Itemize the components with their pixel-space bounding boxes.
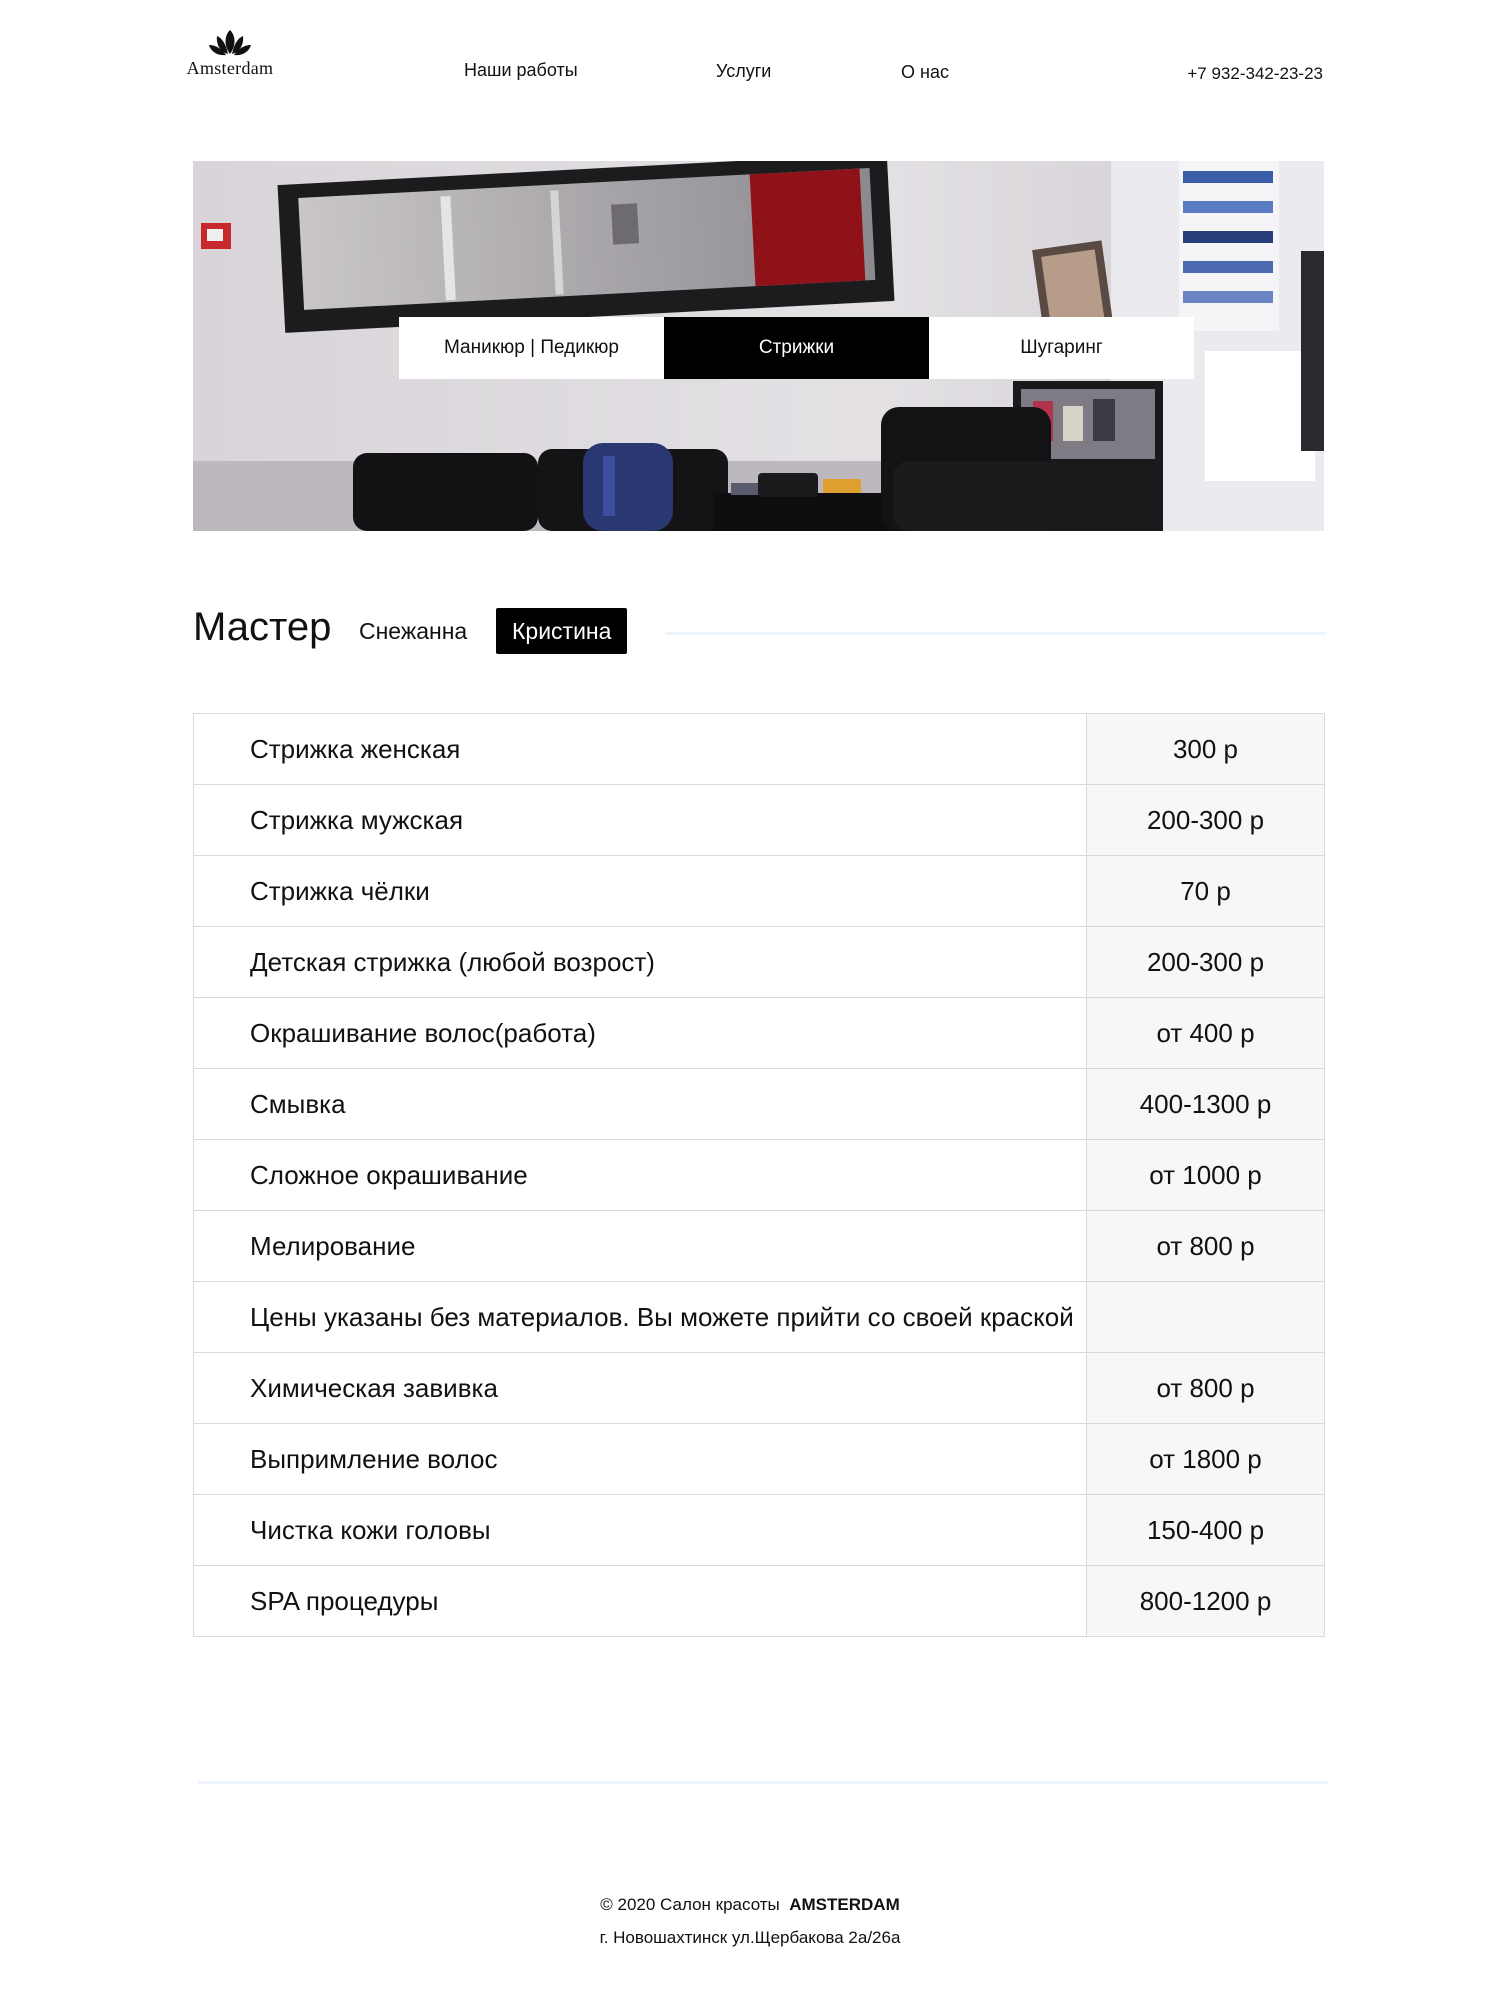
service-name: Стрижка чёлки — [193, 855, 1087, 927]
table-row: Выпримление волос от 1800 р — [193, 1423, 1325, 1495]
service-price: от 1000 р — [1086, 1139, 1325, 1211]
tab-manicure-pedicure[interactable]: Маникюр | Педикюр — [399, 317, 664, 379]
service-price: от 800 р — [1086, 1210, 1325, 1282]
nav-services[interactable]: Услуги — [716, 61, 771, 82]
service-name: SPA процедуры — [193, 1565, 1087, 1637]
master-option-snezhanna[interactable]: Снежанна — [343, 608, 483, 654]
service-price: 300 р — [1086, 713, 1325, 785]
table-row: Чистка кожи головы 150-400 р — [193, 1494, 1325, 1566]
master-option-kristina[interactable]: Кристина — [496, 608, 628, 654]
price-note: Цены указаны без материалов. Вы можете п… — [193, 1281, 1087, 1353]
service-price: 800-1200 р — [1086, 1565, 1325, 1637]
footer-address: г. Новошахтинск ул.Щербакова 2а/26а — [599, 1928, 901, 1947]
service-price: от 400 р — [1086, 997, 1325, 1069]
service-price — [1086, 1281, 1325, 1353]
table-row: Окрашивание волос(работа) от 400 р — [193, 997, 1325, 1069]
service-price: от 800 р — [1086, 1352, 1325, 1424]
master-divider — [665, 632, 1325, 635]
master-heading: Мастер — [193, 605, 332, 649]
footer-brand: AMSTERDAM — [789, 1895, 900, 1914]
nav-about[interactable]: О нас — [901, 62, 949, 83]
tab-sugaring[interactable]: Шугаринг — [929, 317, 1194, 379]
table-row: Стрижка женская 300 р — [193, 713, 1325, 785]
copyright-text: © 2020 Салон красоты — [600, 1895, 780, 1914]
service-name: Стрижка мужская — [193, 784, 1087, 856]
service-price: 150-400 р — [1086, 1494, 1325, 1566]
table-row: Стрижка мужская 200-300 р — [193, 784, 1325, 856]
phone-number[interactable]: +7 932-342-23-23 — [1187, 64, 1323, 84]
service-name: Химическая завивка — [193, 1352, 1087, 1424]
footer-copyright: © 2020 Салон красоты AMSTERDAM — [0, 1895, 1500, 1915]
service-price: от 1800 р — [1086, 1423, 1325, 1495]
table-row: Мелирование от 800 р — [193, 1210, 1325, 1282]
service-price: 200-300 р — [1086, 926, 1325, 998]
table-row: Сложное окрашивание от 1000 р — [193, 1139, 1325, 1211]
service-name: Выпримление волос — [193, 1423, 1087, 1495]
service-price: 70 р — [1086, 855, 1325, 927]
service-price: 400-1300 р — [1086, 1068, 1325, 1140]
service-name: Чистка кожи головы — [193, 1494, 1087, 1566]
table-row: Химическая завивка от 800 р — [193, 1352, 1325, 1424]
category-tabs: Маникюр | Педикюр Стрижки Шугаринг — [399, 317, 1194, 379]
price-table: Стрижка женская 300 р Стрижка мужская 200-3… — [193, 713, 1325, 1637]
lotus-icon — [209, 30, 251, 56]
table-row: Стрижка чёлки 70 р — [193, 855, 1325, 927]
table-row: Цены указаны без материалов. Вы можете п… — [193, 1281, 1325, 1353]
logo[interactable]: Amsterdam — [180, 28, 280, 79]
table-row: SPA процедуры 800-1200 р — [193, 1565, 1325, 1637]
table-row: Детская стрижка (любой возрост) 200-300 р — [193, 926, 1325, 998]
service-name: Стрижка женская — [193, 713, 1087, 785]
service-name: Сложное окрашивание — [193, 1139, 1087, 1211]
footer-divider — [198, 1781, 1328, 1784]
service-name: Окрашивание волос(работа) — [193, 997, 1087, 1069]
service-price: 200-300 р — [1086, 784, 1325, 856]
service-name: Мелирование — [193, 1210, 1087, 1282]
nav-our-works[interactable]: Наши работы — [464, 60, 578, 81]
table-row: Смывка 400-1300 р — [193, 1068, 1325, 1140]
service-name: Смывка — [193, 1068, 1087, 1140]
service-name: Детская стрижка (любой возрост) — [193, 926, 1087, 998]
tab-haircuts[interactable]: Стрижки — [664, 317, 929, 379]
logo-text: Amsterdam — [186, 58, 274, 78]
hero-banner: Маникюр | Педикюр Стрижки Шугаринг — [193, 161, 1324, 531]
